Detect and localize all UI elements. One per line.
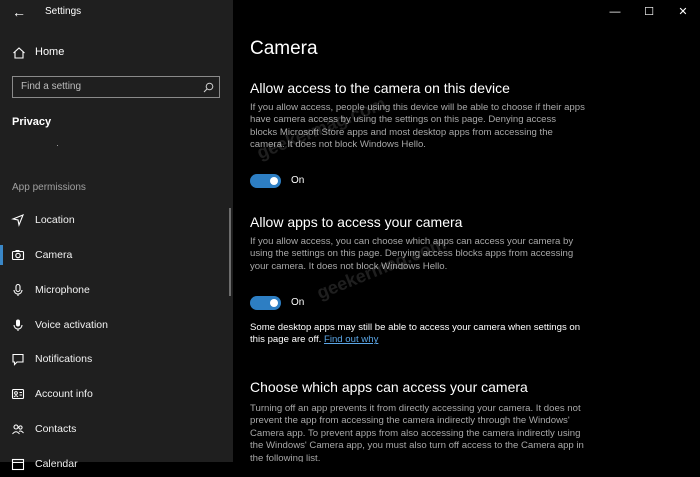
contacts-icon: [12, 424, 24, 435]
apps-access-toggle-label: On: [291, 297, 305, 308]
sidebar-item-calendar[interactable]: Calendar: [0, 451, 233, 477]
home-label: Home: [35, 46, 65, 58]
microphone-icon: [13, 283, 23, 296]
device-access-description: If you allow access, people using this d…: [250, 102, 585, 151]
sidebar-item-voice-activation[interactable]: Voice activation: [0, 312, 233, 338]
sidebar-item-location[interactable]: Location: [0, 207, 233, 233]
desktop-apps-note-text: Some desktop apps may still be able to a…: [250, 322, 581, 346]
voice-activation-icon: [13, 319, 23, 331]
desktop-apps-note: Some desktop apps may still be able to a…: [250, 322, 585, 347]
sidebar: ← Settings Home Find a setting Privacy A…: [0, 0, 233, 471]
sidebar-item-account-info[interactable]: Account info: [0, 381, 233, 407]
sidebar-item-label: Voice activation: [35, 319, 108, 331]
location-icon: [11, 214, 24, 227]
sidebar-item-label: Location: [35, 214, 75, 226]
sidebar-item-microphone[interactable]: Microphone: [0, 277, 233, 303]
account-info-icon: [11, 388, 25, 400]
sidebar-item-label: Contacts: [35, 423, 77, 435]
sidebar-item-contacts[interactable]: Contacts: [0, 416, 233, 442]
apps-access-heading: Allow apps to access your camera: [250, 214, 463, 230]
sidebar-item-label: Notifications: [35, 353, 93, 365]
camera-icon: [11, 250, 25, 261]
sidebar-item-label: Account info: [35, 388, 93, 400]
search-input[interactable]: Find a setting: [12, 76, 220, 98]
section-label: App permissions: [12, 182, 86, 193]
home-nav-item[interactable]: Home: [0, 42, 233, 64]
page-title: Camera: [250, 38, 318, 59]
calendar-icon: [11, 458, 25, 471]
close-button[interactable]: ✕: [669, 3, 697, 21]
apps-access-toggle[interactable]: [250, 296, 281, 310]
sidebar-item-label: Microphone: [35, 284, 90, 296]
search-icon[interactable]: [203, 82, 214, 93]
maximize-button[interactable]: ☐: [635, 3, 663, 21]
app-title: Settings: [45, 6, 82, 17]
device-access-heading: Allow access to the camera on this devic…: [250, 80, 510, 96]
device-access-toggle-label: On: [291, 175, 305, 186]
apps-access-description: If you allow access, you can choose whic…: [250, 236, 574, 272]
back-button[interactable]: ←: [8, 3, 30, 21]
main-content: — ☐ ✕ Camera Allow access to the camera …: [233, 0, 700, 462]
device-access-toggle[interactable]: [250, 174, 281, 188]
category-title: Privacy: [12, 116, 52, 128]
active-indicator: [0, 245, 3, 265]
find-out-why-link[interactable]: Find out why: [324, 334, 378, 345]
choose-apps-heading: Choose which apps can access your camera: [250, 379, 528, 395]
toggle-knob: [270, 177, 278, 185]
divider-dot: [57, 145, 58, 146]
choose-apps-description: Turning off an app prevents it from dire…: [250, 403, 584, 462]
home-icon: [13, 47, 25, 59]
notifications-icon: [12, 353, 24, 366]
sidebar-item-camera[interactable]: Camera: [0, 242, 233, 268]
sidebar-item-label: Camera: [35, 249, 73, 261]
minimize-button[interactable]: —: [601, 3, 629, 21]
toggle-knob: [270, 299, 278, 307]
sidebar-item-notifications[interactable]: Notifications: [0, 346, 233, 372]
sidebar-item-label: Calendar: [35, 458, 78, 470]
sidebar-scrollbar[interactable]: [229, 208, 231, 296]
search-placeholder: Find a setting: [21, 81, 82, 92]
